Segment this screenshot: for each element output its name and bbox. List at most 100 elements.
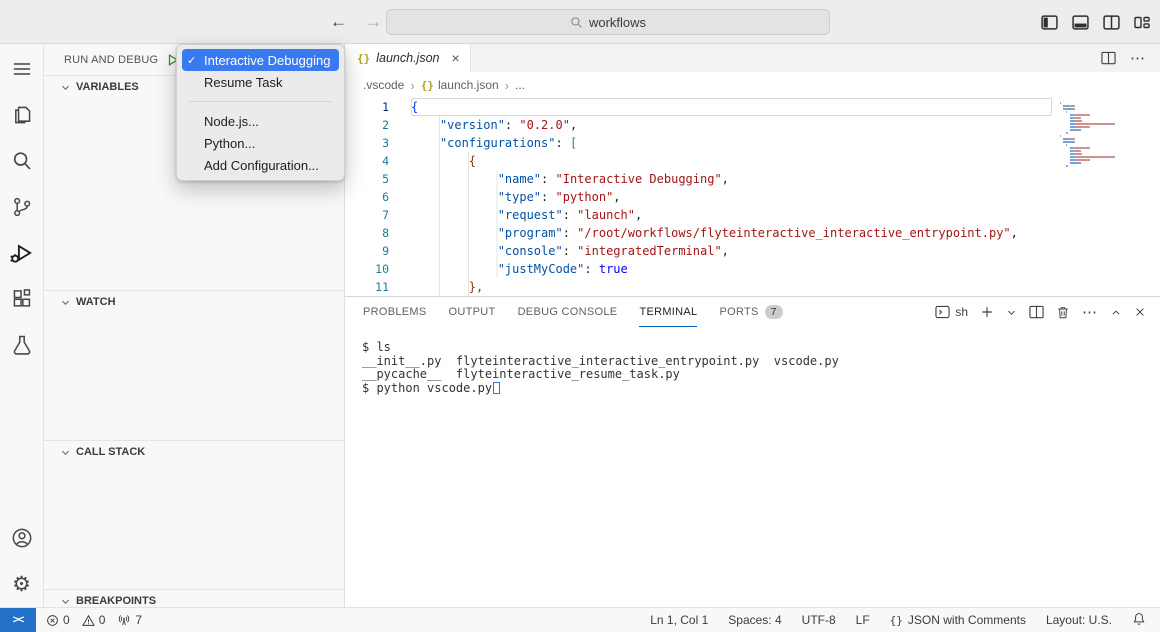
code-line-9[interactable]: 9"console": "integratedTerminal",	[345, 242, 1160, 260]
panel-tab-debug-console[interactable]: DEBUG CONSOLE	[518, 297, 618, 327]
search-view-icon[interactable]	[0, 138, 44, 184]
source-control-icon[interactable]	[0, 184, 44, 230]
terminal-content[interactable]: $ ls__init__.py flyteinteractive_interac…	[345, 327, 1160, 607]
minimap[interactable]	[1060, 102, 1148, 168]
toggle-sidebar-icon[interactable]	[1041, 15, 1058, 30]
maximize-panel-chevron-icon[interactable]	[1110, 307, 1122, 318]
line-content: "type": "python",	[411, 188, 1052, 206]
code-line-1[interactable]: 1{	[345, 98, 1160, 116]
menu-item-interactive-debugging[interactable]: ✓Interactive Debugging	[182, 49, 339, 71]
panel-tab-ports[interactable]: PORTS7	[719, 297, 782, 327]
activity-bar: ⚙	[0, 44, 44, 607]
code-line-6[interactable]: 6"type": "python",	[345, 188, 1160, 206]
section-header-watch[interactable]: WATCH	[44, 291, 344, 313]
code-line-7[interactable]: 7"request": "launch",	[345, 206, 1160, 224]
settings-gear-icon[interactable]: ⚙	[0, 561, 44, 607]
chevron-down-icon	[60, 596, 71, 607]
chevron-down-icon	[60, 82, 71, 93]
status-item-json-with-comments[interactable]: {}JSON with Comments	[890, 613, 1026, 627]
breadcrumb-item-[interactable]: ...	[515, 78, 525, 92]
split-terminal-icon[interactable]	[1029, 305, 1044, 319]
split-editor-icon[interactable]	[1101, 51, 1116, 65]
section-label: CALL STACK	[76, 446, 145, 458]
breadcrumb-label: launch.json	[438, 78, 499, 92]
menu-item-label: Resume Task	[204, 75, 283, 90]
account-icon[interactable]	[0, 515, 44, 561]
code-line-2[interactable]: 2"version": "0.2.0",	[345, 116, 1160, 134]
breadcrumb-item-vscode[interactable]: .vscode	[363, 78, 404, 92]
search-icon	[570, 16, 583, 29]
code-line-11[interactable]: 11},	[345, 278, 1160, 296]
menu-icon[interactable]	[0, 46, 44, 92]
menu-item-add-configuration[interactable]: Add Configuration...	[182, 154, 339, 176]
problems-status[interactable]: 0 0	[46, 613, 105, 627]
history-back-icon[interactable]: ←	[330, 12, 347, 32]
kill-terminal-trash-icon[interactable]	[1056, 305, 1070, 320]
error-icon	[46, 614, 59, 627]
section-call-stack: CALL STACK	[44, 440, 344, 589]
titlebar: ← → workflows	[0, 0, 1160, 44]
panel-tab-label: TERMINAL	[639, 306, 697, 318]
toggle-secondary-sidebar-icon[interactable]	[1103, 15, 1120, 30]
code-line-5[interactable]: 5"name": "Interactive Debugging",	[345, 170, 1160, 188]
code-line-10[interactable]: 10"justMyCode": true	[345, 260, 1160, 278]
close-panel-icon[interactable]	[1134, 306, 1146, 318]
indent-guide	[411, 260, 498, 278]
panel-tab-label: PORTS	[719, 306, 758, 318]
panel-tab-problems[interactable]: PROBLEMS	[363, 297, 427, 327]
chevron-down-icon	[60, 447, 71, 458]
customize-layout-icon[interactable]	[1134, 15, 1150, 30]
panel-tab-terminal[interactable]: TERMINAL	[639, 297, 697, 327]
history-forward-icon[interactable]: →	[365, 12, 382, 32]
tab-launch-json[interactable]: {} launch.json ×	[345, 44, 471, 72]
testing-icon[interactable]	[0, 322, 44, 368]
extensions-icon[interactable]	[0, 276, 44, 322]
terminal-dropdown-chevron-icon[interactable]	[1006, 307, 1017, 318]
forwarded-ports-status[interactable]: 7	[117, 613, 142, 627]
menu-separator	[189, 101, 332, 102]
terminal-shell-chip[interactable]: sh	[935, 305, 968, 319]
run-and-debug-icon[interactable]	[0, 230, 44, 276]
notifications-bell-icon[interactable]	[1132, 612, 1146, 629]
shell-label: sh	[955, 305, 968, 319]
section-header-breakpoints[interactable]: BREAKPOINTS	[44, 590, 344, 607]
menu-item-node-js[interactable]: Node.js...	[182, 110, 339, 132]
status-item-utf-8[interactable]: UTF-8	[802, 613, 836, 627]
status-item-spaces-4[interactable]: Spaces: 4	[728, 613, 781, 627]
explorer-icon[interactable]	[0, 92, 44, 138]
section-header-call-stack[interactable]: CALL STACK	[44, 441, 344, 463]
panel-tabs: PROBLEMS OUTPUT DEBUG CONSOLE TERMINAL PORTS…	[345, 297, 1160, 327]
toggle-panel-icon[interactable]	[1072, 15, 1089, 30]
line-content: "justMyCode": true	[411, 260, 1052, 278]
panel-tab-output[interactable]: OUTPUT	[449, 297, 496, 327]
menu-item-resume-task[interactable]: Resume Task	[182, 71, 339, 93]
tab-close-icon[interactable]: ×	[452, 50, 460, 66]
warning-icon	[82, 614, 95, 627]
status-item-layout-u-s[interactable]: Layout: U.S.	[1046, 613, 1112, 627]
bottom-panel: PROBLEMS OUTPUT DEBUG CONSOLE TERMINAL PORTS…	[345, 296, 1160, 607]
line-number: 2	[345, 116, 389, 134]
breadcrumb-item-launch-json[interactable]: {}launch.json	[421, 78, 499, 92]
status-item-ln-1-col-1[interactable]: Ln 1, Col 1	[650, 613, 708, 627]
section-label: VARIABLES	[76, 81, 139, 93]
code-line-3[interactable]: 3"configurations": [	[345, 134, 1160, 152]
json-file-icon: {}	[357, 52, 370, 65]
panel-more-actions-icon[interactable]: ⋯	[1082, 303, 1098, 321]
terminal-cursor	[493, 382, 500, 394]
editor-more-actions-icon[interactable]: ⋯	[1130, 49, 1146, 67]
code-line-4[interactable]: 4{	[345, 152, 1160, 170]
new-terminal-icon[interactable]	[980, 305, 994, 319]
command-center-search[interactable]: workflows	[386, 9, 830, 35]
code-lines: 1{2"version": "0.2.0",3"configurations":…	[345, 98, 1160, 296]
menu-item-python[interactable]: Python...	[182, 132, 339, 154]
menu-item-label: Interactive Debugging	[204, 53, 330, 68]
status-item-lf[interactable]: LF	[856, 613, 870, 627]
terminal-line: $ python vscode.py	[362, 382, 1160, 396]
remote-indicator[interactable]: ><	[0, 608, 36, 632]
warning-count: 0	[99, 613, 106, 627]
radio-tower-icon	[117, 614, 131, 627]
line-content: "name": "Interactive Debugging",	[411, 170, 1052, 188]
code-line-8[interactable]: 8"program": "/root/workflows/flyteintera…	[345, 224, 1160, 242]
code-editor[interactable]: 1{2"version": "0.2.0",3"configurations":…	[345, 98, 1160, 296]
line-content: },	[411, 278, 1052, 296]
